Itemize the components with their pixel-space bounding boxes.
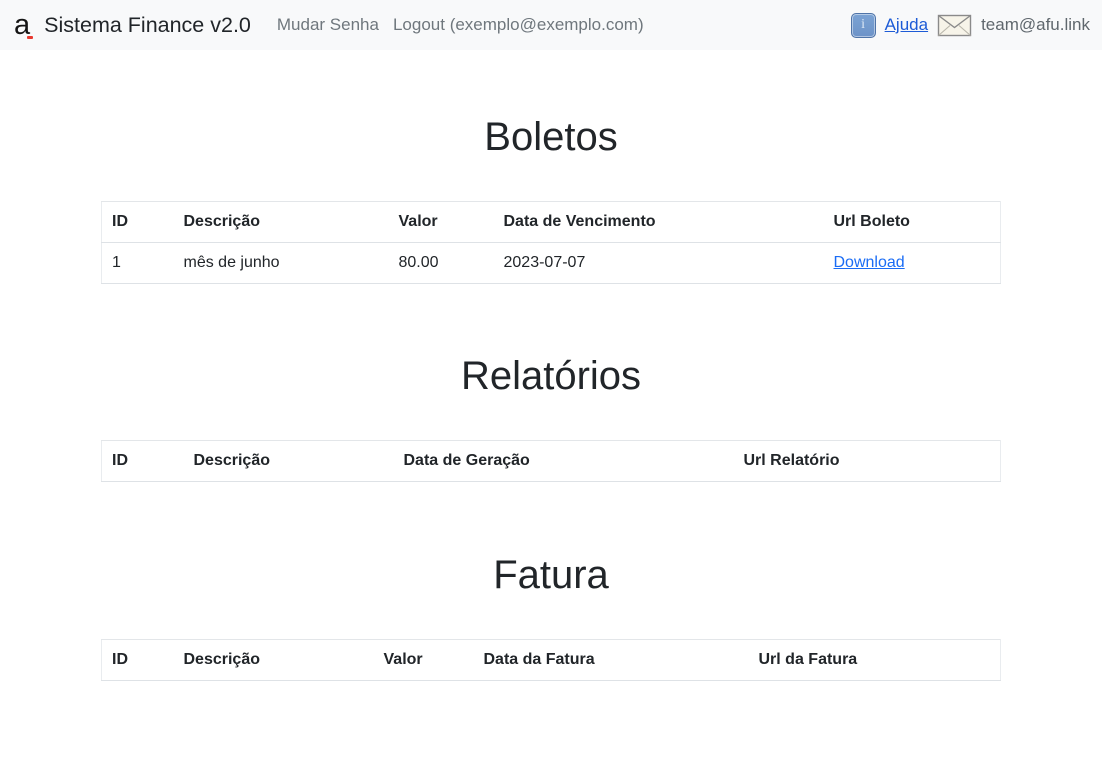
section-title-boletos: Boletos <box>484 115 618 159</box>
table-boletos-head: ID Descrição Valor Data de Vencimento Ur… <box>101 201 1001 243</box>
col-header-valor: Valor <box>388 201 494 243</box>
download-link[interactable]: Download <box>834 254 905 271</box>
info-icon[interactable]: i <box>850 12 876 38</box>
col-header-url-boleto: Url Boleto <box>823 201 1001 243</box>
col-header-data-fatura: Data da Fatura <box>473 639 749 681</box>
col-header-valor: Valor <box>373 639 474 681</box>
col-header-id: ID <box>101 440 184 482</box>
table-row: 1 mês de junho 80.00 2023-07-07 Download <box>101 242 1001 284</box>
table-header-row: ID Descrição Valor Data de Vencimento Ur… <box>101 201 1001 243</box>
info-icon-glyph: i <box>861 17 866 32</box>
table-relatorios: ID Descrição Data de Geração Url Relatór… <box>101 440 1001 482</box>
col-header-id: ID <box>101 201 174 243</box>
cell-id: 1 <box>101 242 174 284</box>
col-header-url-fatura: Url da Fatura <box>748 639 1001 681</box>
cell-url-boleto: Download <box>823 242 1001 284</box>
nav-link-logout[interactable]: Logout (exemplo@exemplo.com) <box>393 15 644 35</box>
col-header-descricao: Descrição <box>183 440 394 482</box>
brand-logo-red-dot-icon <box>27 35 34 39</box>
table-boletos-body: 1 mês de junho 80.00 2023-07-07 Download <box>101 242 1001 284</box>
col-header-data-geracao: Data de Geração <box>393 440 734 482</box>
cell-descricao: mês de junho <box>173 242 389 284</box>
table-wrap-boletos: ID Descrição Valor Data de Vencimento Ur… <box>101 201 1001 284</box>
main-content: Boletos ID Descrição Valor Data de Venci… <box>0 50 1102 681</box>
table-header-row: ID Descrição Valor Data da Fatura Url da… <box>101 639 1001 681</box>
section-title-fatura: Fatura <box>493 553 609 597</box>
table-boletos: ID Descrição Valor Data de Vencimento Ur… <box>101 201 1001 284</box>
col-header-id: ID <box>101 639 174 681</box>
col-header-url-relatorio: Url Relatório <box>733 440 1001 482</box>
table-relatorios-head: ID Descrição Data de Geração Url Relatór… <box>101 440 1001 482</box>
section-title-relatorios: Relatórios <box>460 354 642 398</box>
brand-logo-a-icon: a <box>14 10 34 40</box>
table-header-row: ID Descrição Data de Geração Url Relatór… <box>101 440 1001 482</box>
table-fatura: ID Descrição Valor Data da Fatura Url da… <box>101 639 1001 681</box>
col-header-data-vencimento: Data de Vencimento <box>493 201 824 243</box>
table-wrap-relatorios: ID Descrição Data de Geração Url Relatór… <box>101 440 1001 482</box>
account-email: team@afu.link <box>981 15 1090 34</box>
table-wrap-fatura: ID Descrição Valor Data da Fatura Url da… <box>101 639 1001 681</box>
envelope-icon[interactable] <box>937 13 972 38</box>
nav-link-mudar-senha[interactable]: Mudar Senha <box>277 15 379 35</box>
help-link[interactable]: Ajuda <box>885 15 928 35</box>
app-title: Sistema Finance v2.0 <box>44 12 251 37</box>
col-header-descricao: Descrição <box>173 639 374 681</box>
table-fatura-head: ID Descrição Valor Data da Fatura Url da… <box>101 639 1001 681</box>
navbar-right-group: i Ajuda team@afu.link <box>850 12 1092 38</box>
cell-valor: 80.00 <box>388 242 494 284</box>
brand-group[interactable]: a Sistema Finance v2.0 <box>14 10 251 40</box>
nav-links: Mudar Senha Logout (exemplo@exemplo.com) <box>277 15 644 35</box>
top-navbar: a Sistema Finance v2.0 Mudar Senha Logou… <box>0 0 1102 50</box>
cell-data-vencimento: 2023-07-07 <box>493 242 824 284</box>
col-header-descricao: Descrição <box>173 201 389 243</box>
